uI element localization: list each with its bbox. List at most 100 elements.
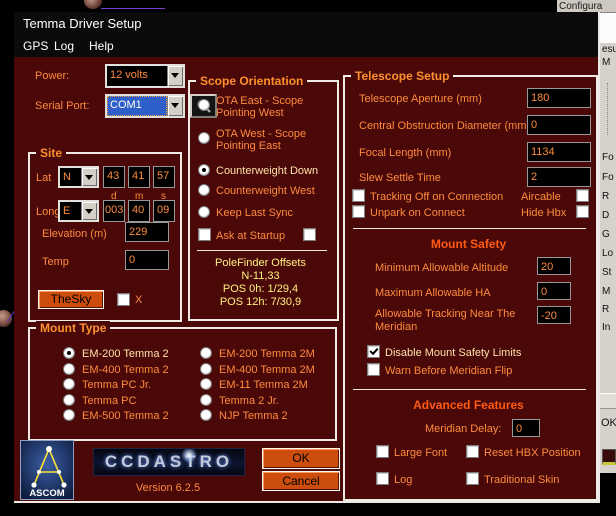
- radio-keep-last-sync-label[interactable]: Keep Last Sync: [216, 207, 293, 219]
- lat-minutes-field[interactable]: 41: [128, 166, 150, 188]
- min-altitude-field[interactable]: 20: [537, 257, 571, 275]
- slew-settle-field[interactable]: 2: [527, 167, 591, 187]
- chevron-down-icon[interactable]: [81, 202, 97, 220]
- reset-hbx-checkbox[interactable]: [466, 445, 479, 458]
- lat-degrees-field[interactable]: 43: [103, 166, 125, 188]
- radio-temma2-jr-label[interactable]: Temma 2 Jr.: [219, 395, 279, 407]
- radio-counterweight-west[interactable]: [198, 184, 210, 196]
- warn-meridian-flip-checkbox[interactable]: [367, 363, 380, 376]
- log-checkbox[interactable]: [376, 472, 389, 485]
- menu-help[interactable]: Help: [85, 35, 118, 57]
- ask-at-startup-checkbox[interactable]: [198, 228, 211, 241]
- scope-orientation-group: Scope Orientation OTA East - Scope Point…: [188, 80, 339, 321]
- radio-njp-temma2[interactable]: [200, 409, 212, 421]
- max-ha-field[interactable]: 0: [537, 282, 571, 300]
- radio-em200-temma2m-label[interactable]: EM-200 Temma 2M: [219, 348, 315, 360]
- traditional-skin-checkbox[interactable]: [466, 472, 479, 485]
- radio-ota-west[interactable]: [198, 132, 210, 144]
- wallpaper-planet-left: [0, 310, 12, 327]
- radio-em500-temma2[interactable]: [63, 409, 75, 421]
- radio-ota-east[interactable]: [198, 99, 210, 111]
- meridian-delay-field[interactable]: 0: [512, 419, 540, 437]
- aircable-label: Aircable: [521, 191, 561, 203]
- radio-em400-temma2m[interactable]: [200, 363, 212, 375]
- ask-at-startup-checkbox-2[interactable]: [303, 228, 316, 241]
- radio-em11-temma2m[interactable]: [200, 378, 212, 390]
- reset-hbx-label: Reset HBX Position: [484, 447, 581, 459]
- menu-gps[interactable]: GPS: [19, 35, 52, 57]
- unpark-checkbox[interactable]: [352, 205, 365, 218]
- focal-length-field[interactable]: 1134: [527, 142, 591, 162]
- temp-field[interactable]: 0: [125, 250, 169, 270]
- long-hemisphere-value: E: [60, 202, 81, 220]
- temma-driver-setup-window: Temma Driver Setup GPS Log Help Power: 1…: [14, 12, 600, 503]
- chevron-down-icon[interactable]: [81, 168, 97, 186]
- radio-em11-temma2m-label[interactable]: EM-11 Temma 2M: [219, 379, 308, 391]
- radio-njp-temma2-label[interactable]: NJP Temma 2: [219, 410, 288, 422]
- radio-em200-temma2[interactable]: [63, 347, 75, 359]
- tracking-off-label: Tracking Off on Connection: [370, 191, 503, 203]
- lat-hemisphere-select[interactable]: N: [58, 166, 99, 188]
- radio-counterweight-west-label[interactable]: Counterweight West: [216, 185, 315, 197]
- title-bar[interactable]: Temma Driver Setup: [14, 12, 598, 35]
- radio-em400-temma2m-label[interactable]: EM-400 Temma 2M: [219, 364, 315, 376]
- background-window-fragment: St: [602, 267, 616, 278]
- radio-temma2-jr[interactable]: [200, 394, 212, 406]
- chevron-down-icon[interactable]: [167, 96, 183, 116]
- radio-em200-temma2-label[interactable]: EM-200 Temma 2: [82, 348, 169, 360]
- background-window-fragment: In: [602, 322, 616, 333]
- radio-counterweight-down-label[interactable]: Counterweight Down: [216, 165, 318, 177]
- elevation-field[interactable]: 229: [125, 222, 169, 242]
- serial-port-value: COM1: [107, 96, 167, 116]
- disable-safety-checkbox[interactable]: [367, 345, 380, 358]
- background-window-fragment: M: [602, 57, 616, 68]
- radio-em400-temma2-label[interactable]: EM-400 Temma 2: [82, 364, 169, 376]
- site-group: Site Lat N 43 41 57 d m s Long E 003 40 …: [28, 152, 182, 322]
- radio-em200-temma2m[interactable]: [200, 347, 212, 359]
- hide-hbx-checkbox[interactable]: [576, 205, 589, 218]
- radio-ota-east-label2[interactable]: Pointing West: [216, 107, 284, 119]
- aperture-field[interactable]: 180: [527, 88, 591, 108]
- long-hemisphere-select[interactable]: E: [58, 200, 99, 222]
- obstruction-field[interactable]: 0: [527, 115, 591, 135]
- power-select[interactable]: 12 volts: [105, 64, 185, 88]
- large-font-checkbox[interactable]: [376, 445, 389, 458]
- ccdastro-logo: CCDASTRO: [93, 448, 245, 476]
- radio-temma-pc[interactable]: [63, 394, 75, 406]
- radio-em400-temma2[interactable]: [63, 363, 75, 375]
- thesky-button[interactable]: TheSky: [38, 290, 104, 309]
- radio-temma-pc-jr-label[interactable]: Temma PC Jr.: [82, 379, 151, 391]
- radio-em500-temma2-label[interactable]: EM-500 Temma 2: [82, 410, 169, 422]
- radio-ota-west-label2[interactable]: Pointing East: [216, 140, 281, 152]
- long-seconds-field[interactable]: 09: [153, 200, 175, 222]
- cancel-button[interactable]: Cancel: [262, 471, 340, 491]
- background-window-fragment: Fo: [602, 152, 616, 163]
- long-minutes-field[interactable]: 40: [128, 200, 150, 222]
- serial-port-select[interactable]: COM1: [105, 94, 185, 118]
- radio-ota-east-label[interactable]: OTA East - Scope: [216, 95, 303, 107]
- x-checkbox[interactable]: [117, 293, 130, 306]
- ask-at-startup-label: Ask at Startup: [216, 230, 285, 242]
- radio-keep-last-sync[interactable]: [198, 206, 210, 218]
- hide-hbx-label: Hide Hbx: [521, 207, 566, 219]
- window-title: Temma Driver Setup: [23, 16, 141, 31]
- radio-temma-pc-jr[interactable]: [63, 378, 75, 390]
- radio-ota-west-label[interactable]: OTA West - Scope: [216, 128, 306, 140]
- lens-flare: [181, 448, 197, 463]
- mount-safety-heading: Mount Safety: [345, 237, 592, 251]
- tracking-off-checkbox[interactable]: [352, 189, 365, 202]
- long-degrees-field[interactable]: 003: [103, 200, 125, 222]
- ok-button[interactable]: OK: [262, 448, 340, 469]
- disable-safety-label: Disable Mount Safety Limits: [385, 347, 521, 359]
- divider: [353, 389, 586, 390]
- menu-log[interactable]: Log: [50, 35, 78, 57]
- aircable-checkbox[interactable]: [576, 189, 589, 202]
- radio-counterweight-down[interactable]: [198, 164, 210, 176]
- lat-seconds-field[interactable]: 57: [153, 166, 175, 188]
- tracking-meridian-field[interactable]: -20: [537, 306, 571, 324]
- wallpaper-purple-line-top: [101, 8, 165, 9]
- chevron-down-icon[interactable]: [167, 66, 183, 86]
- radio-temma-pc-label[interactable]: Temma PC: [82, 395, 136, 407]
- polefinder-pos12: POS 12h: 7/30,9: [190, 296, 331, 308]
- background-window-fragment: M: [602, 286, 616, 297]
